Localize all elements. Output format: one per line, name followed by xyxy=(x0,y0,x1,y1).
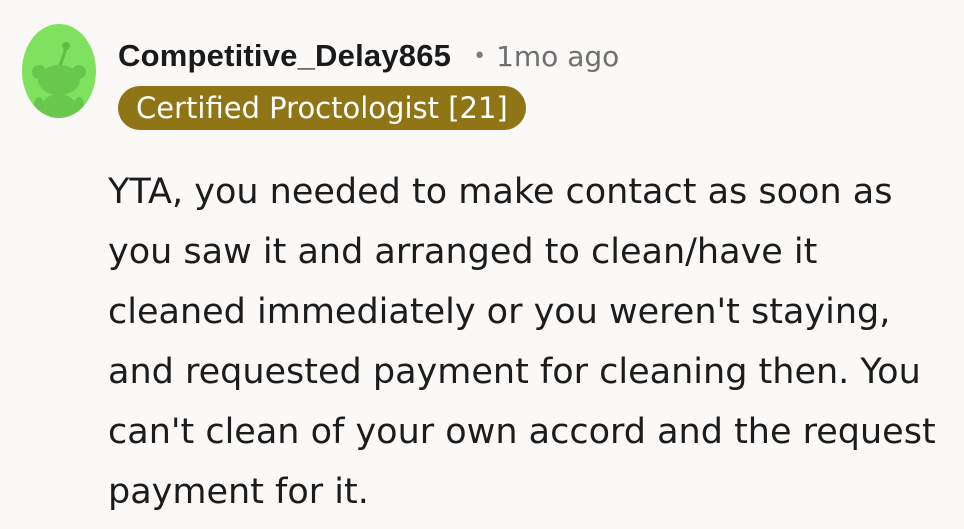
user-avatar[interactable] xyxy=(22,24,96,118)
snoo-avatar-icon xyxy=(32,42,86,118)
comment: Competitive_Delay865 • 1mo ago Certified… xyxy=(0,0,964,529)
comment-timestamp[interactable]: 1mo ago xyxy=(496,40,619,73)
user-flair-badge: Certified Proctologist [21] xyxy=(118,86,526,130)
separator-dot: • xyxy=(473,43,487,69)
comment-header: Competitive_Delay865 • 1mo ago xyxy=(118,34,619,78)
comment-body: YTA, you needed to make contact as soon … xyxy=(108,162,948,522)
username-link[interactable]: Competitive_Delay865 xyxy=(118,38,451,74)
comment-body-text: YTA, you needed to make contact as soon … xyxy=(108,172,936,512)
